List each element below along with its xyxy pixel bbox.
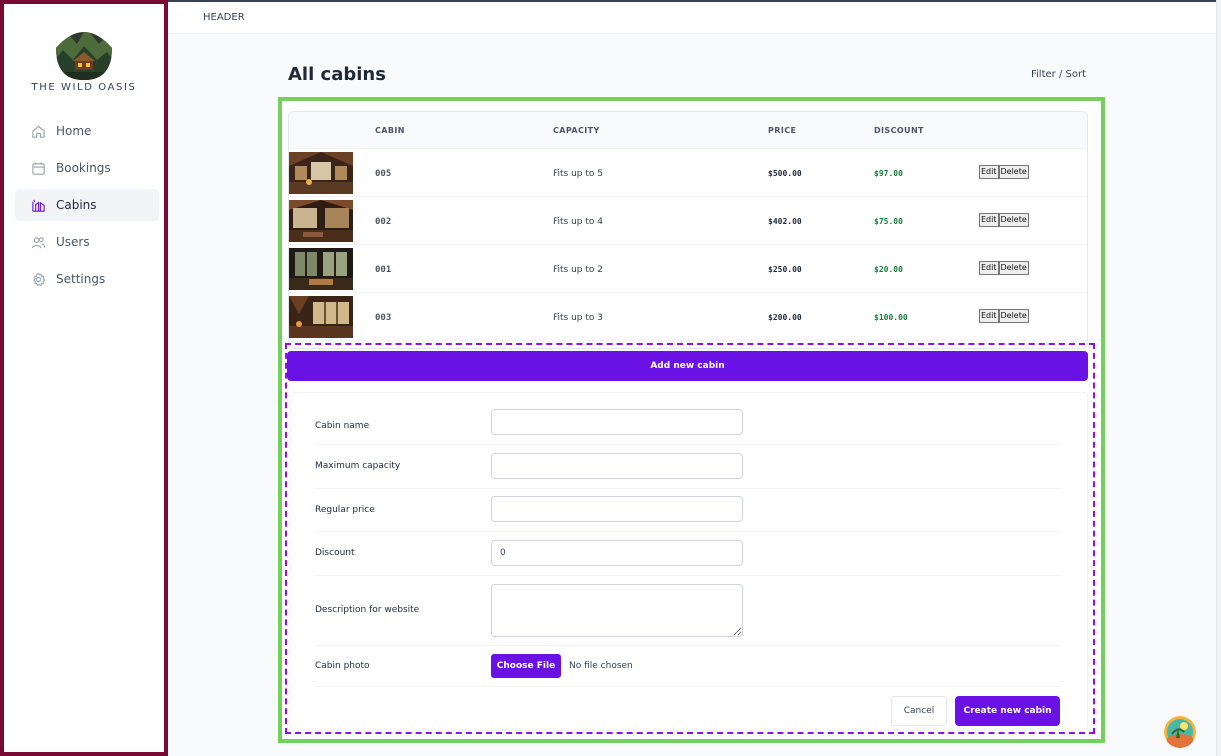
header: HEADER [168, 0, 1221, 34]
cabin-name-input[interactable] [491, 409, 743, 435]
sidebar-item-users[interactable]: Users [15, 226, 159, 258]
row-actions: Edit Delete [979, 261, 1029, 275]
regular-price-input[interactable] [491, 496, 743, 522]
cabin-photo-label: Cabin photo [315, 661, 370, 671]
cabin-name-label: Cabin name [315, 421, 370, 431]
column-header-cabin: CABIN [375, 126, 405, 135]
cabin-image [289, 200, 353, 242]
edit-button[interactable]: Edit [979, 261, 999, 275]
sidebar-item-label: Bookings [56, 161, 111, 175]
add-new-cabin-button[interactable]: Add new cabin [287, 351, 1088, 381]
description-textarea[interactable] [491, 584, 743, 637]
max-capacity-input[interactable] [491, 453, 743, 479]
choose-file-button[interactable]: Choose File [491, 654, 561, 678]
row-actions: Edit Delete [979, 165, 1029, 179]
table-row: 002 Fits up to 4 $402.00 $75.00 Edit Del… [289, 197, 1087, 245]
logo-image [56, 32, 112, 80]
header-text: HEADER [203, 12, 245, 23]
table-row: 001 Fits up to 2 $250.00 $20.00 Edit Del… [289, 245, 1087, 293]
table-header: CABIN CAPACITY PRICE DISCOUNT [289, 112, 1087, 149]
cabin-name: 002 [375, 217, 392, 227]
users-icon [31, 236, 46, 248]
sidebar-item-home[interactable]: Home [15, 115, 159, 147]
cabin-price: $500.00 [768, 169, 802, 178]
row-actions: Edit Delete [979, 213, 1029, 227]
discount-label: Discount [315, 548, 355, 558]
sidebar: THE WILD OASIS Home Bookings Cabins User… [0, 0, 168, 756]
table-row: 005 Fits up to 5 $500.00 $97.00 Edit Del… [289, 149, 1087, 197]
regular-price-label: Regular price [315, 505, 375, 515]
form-row-description: Description for website [315, 584, 1061, 646]
cabin-capacity: Fits up to 4 [553, 217, 604, 227]
cabin-price: $402.00 [768, 217, 802, 226]
column-header-price: PRICE [768, 126, 797, 135]
edit-button[interactable]: Edit [979, 309, 999, 323]
cabin-discount: $97.00 [874, 169, 903, 178]
cabin-image [289, 296, 353, 338]
column-header-capacity: CAPACITY [553, 126, 600, 135]
cabin-name: 005 [375, 169, 392, 179]
delete-button[interactable]: Delete [998, 261, 1029, 275]
cabin-name: 003 [375, 313, 392, 323]
table-row: 003 Fits up to 3 $200.00 $100.00 Edit De… [289, 293, 1087, 341]
description-label: Description for website [315, 605, 420, 615]
max-capacity-label: Maximum capacity [315, 461, 401, 471]
calendar-icon [32, 161, 45, 175]
sidebar-item-label: Home [56, 124, 92, 138]
file-status: No file chosen [569, 661, 633, 671]
logo: THE WILD OASIS [4, 22, 164, 93]
form-row-max-capacity: Maximum capacity [315, 453, 1061, 489]
page-title: All cabins [288, 64, 386, 85]
cancel-button[interactable]: Cancel [891, 696, 947, 726]
new-cabin-form: Cabin name Maximum capacity Regular pric… [290, 392, 1088, 731]
sidebar-nav: Home Bookings Cabins Users Settings [15, 115, 159, 300]
form-row-cabin-name: Cabin name [315, 409, 1061, 445]
cabins-table: CABIN CAPACITY PRICE DISCOUNT 005 Fits u… [288, 111, 1088, 349]
brand-name: THE WILD OASIS [31, 82, 137, 93]
cabin-price: $200.00 [768, 313, 802, 322]
delete-button[interactable]: Delete [998, 309, 1029, 323]
gear-icon [32, 272, 46, 286]
delete-button[interactable]: Delete [998, 165, 1029, 179]
cabin-discount: $100.00 [874, 313, 908, 322]
home-icon [32, 125, 45, 138]
delete-button[interactable]: Delete [998, 213, 1029, 227]
cabin-image [289, 152, 353, 194]
column-header-discount: DISCOUNT [874, 126, 924, 135]
filter-sort-link[interactable]: Filter / Sort [1031, 69, 1086, 80]
discount-input[interactable] [491, 540, 743, 566]
avatar[interactable] [1164, 716, 1196, 748]
app-root: THE WILD OASIS Home Bookings Cabins User… [0, 0, 1221, 756]
sidebar-item-bookings[interactable]: Bookings [15, 152, 159, 184]
form-row-regular-price: Regular price [315, 496, 1061, 532]
cabin-discount: $20.00 [874, 265, 903, 274]
sidebar-item-label: Settings [56, 272, 106, 286]
create-cabin-button[interactable]: Create new cabin [955, 696, 1060, 726]
edit-button[interactable]: Edit [979, 165, 999, 179]
cabin-capacity: Fits up to 2 [553, 265, 604, 275]
edit-button[interactable]: Edit [979, 213, 999, 227]
cabin-name: 001 [375, 265, 392, 275]
cabins-icon [32, 199, 45, 212]
sidebar-item-label: Users [56, 235, 90, 249]
sidebar-item-label: Cabins [56, 198, 97, 212]
cabin-image [289, 248, 353, 290]
form-row-cabin-photo: Cabin photo Choose File No file chosen [315, 654, 1061, 687]
cabin-capacity: Fits up to 3 [553, 313, 604, 323]
sidebar-item-settings[interactable]: Settings [15, 263, 159, 295]
cabin-price: $250.00 [768, 265, 802, 274]
sidebar-item-cabins[interactable]: Cabins [15, 189, 159, 221]
row-actions: Edit Delete [979, 309, 1029, 323]
scrollbar[interactable] [1216, 0, 1221, 756]
form-row-discount: Discount [315, 540, 1061, 576]
cabin-discount: $75.00 [874, 217, 903, 226]
cabin-capacity: Fits up to 5 [553, 169, 604, 179]
